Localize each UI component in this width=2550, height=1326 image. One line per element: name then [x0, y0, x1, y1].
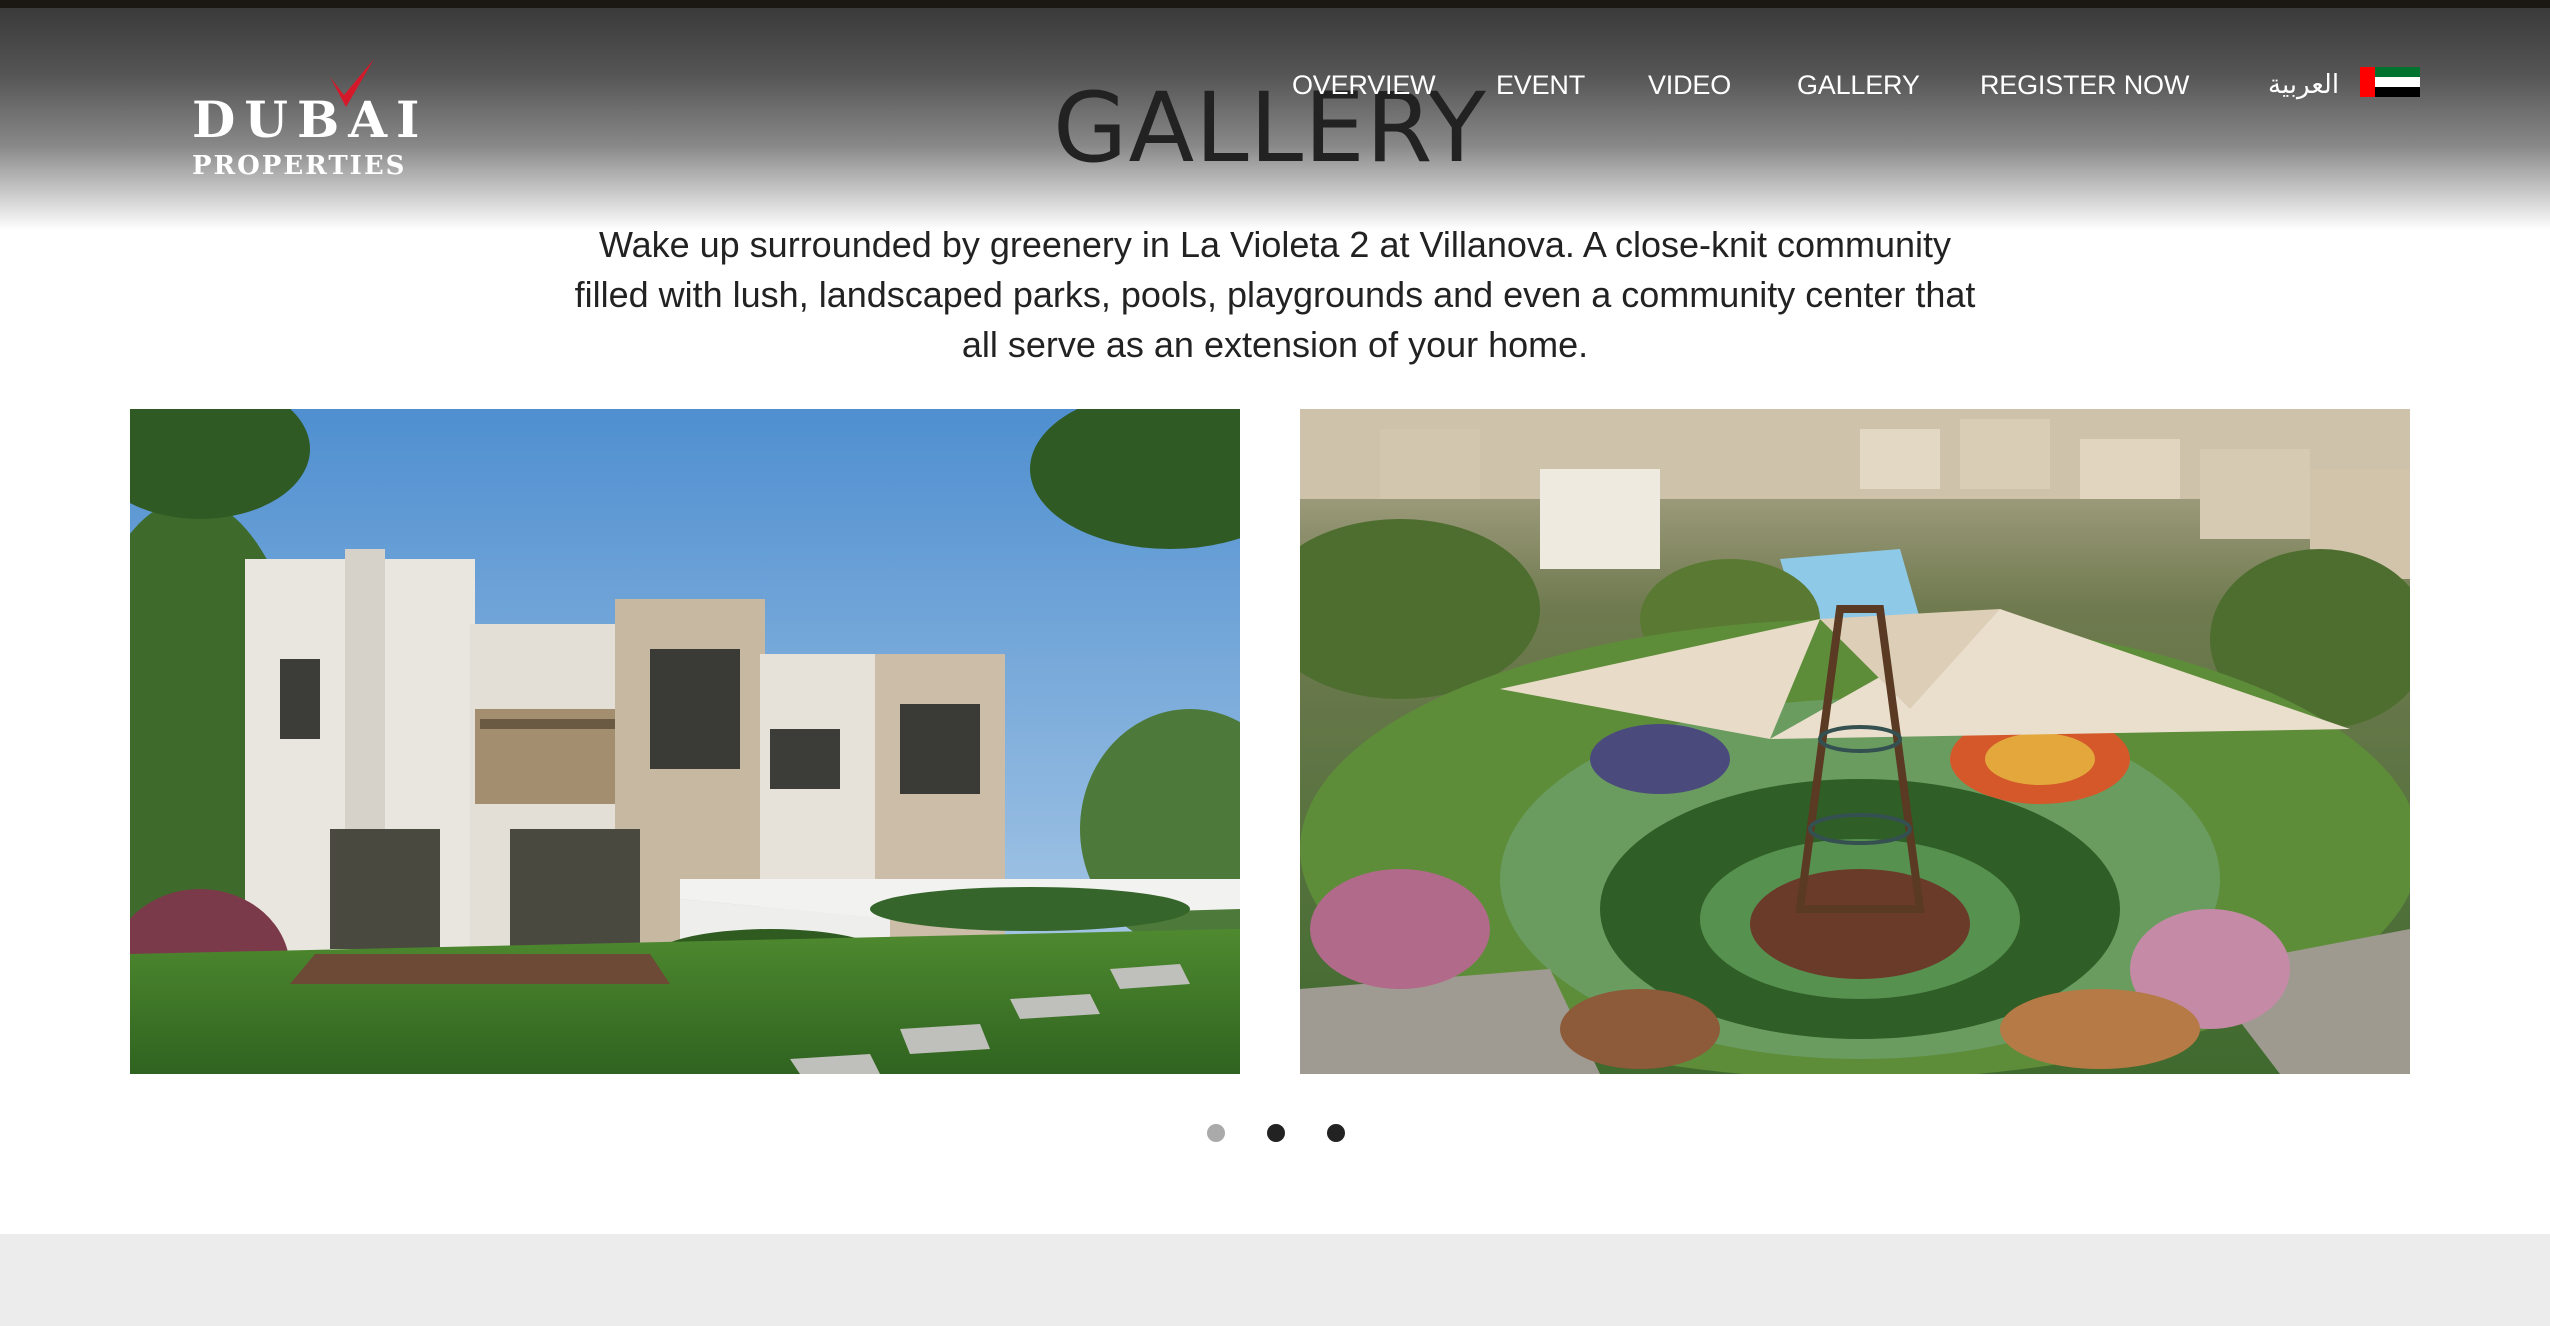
nav-event[interactable]: EVENT [1496, 70, 1585, 101]
pagination-dot-3[interactable] [1327, 1124, 1345, 1142]
uae-flag-icon[interactable] [2360, 67, 2420, 97]
top-strip [0, 0, 2550, 8]
townhouses-image [130, 409, 1240, 1074]
nav-gallery[interactable]: GALLERY [1797, 70, 1920, 101]
pagination-dot-2[interactable] [1267, 1124, 1285, 1142]
gallery-slide-townhouses[interactable] [130, 409, 1240, 1074]
gallery-intro-text: Wake up surrounded by greenery in La Vio… [574, 224, 1976, 365]
language-switch-arabic[interactable]: العربية [2268, 70, 2339, 100]
next-section-band [0, 1234, 2550, 1326]
logo-line2: PROPERTIES [192, 151, 407, 181]
nav-register-now[interactable]: REGISTER NOW [1980, 70, 2189, 101]
pagination-dot-1[interactable] [1207, 1124, 1225, 1142]
logo-line1: DUBAI [192, 90, 429, 149]
nav-overview[interactable]: OVERVIEW [1292, 70, 1436, 101]
gallery-pagination [0, 1124, 2550, 1144]
nav-video[interactable]: VIDEO [1648, 70, 1731, 101]
gallery-slide-playground[interactable] [1300, 409, 2410, 1074]
dubai-properties-logo[interactable]: DUBAI PROPERTIES [192, 55, 419, 185]
playground-image [1300, 409, 2410, 1074]
